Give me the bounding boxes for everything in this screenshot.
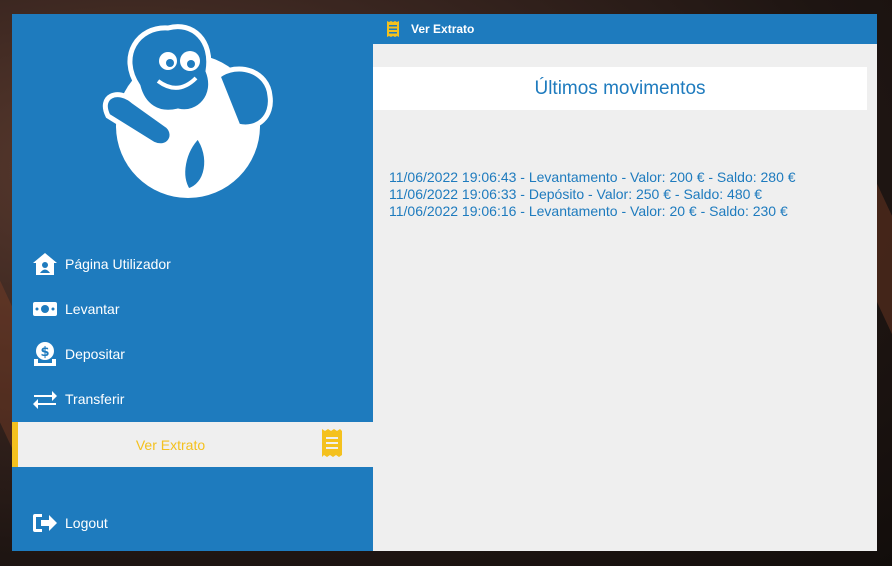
top-bar: Ver Extrato — [373, 14, 877, 44]
deposit-icon: $ — [30, 341, 60, 367]
money-icon — [30, 296, 60, 322]
sidebar: Página Utilizador Levantar $ Depositar T… — [12, 14, 373, 551]
sidebar-item-depositar[interactable]: $ Depositar — [12, 332, 373, 376]
mascot-logo — [103, 24, 273, 198]
sidebar-item-label: Página Utilizador — [65, 256, 171, 272]
sidebar-item-label: Levantar — [65, 301, 120, 317]
sidebar-item-transferir[interactable]: Transferir — [12, 377, 373, 421]
sidebar-item-label: Depositar — [65, 346, 125, 362]
transfer-arrows-icon — [30, 386, 60, 412]
list-item: 11/06/2022 19:06:43 - Levantamento - Val… — [389, 169, 796, 185]
logout-icon — [30, 510, 60, 536]
receipt-icon — [386, 20, 400, 38]
page-title: Ver Extrato — [411, 22, 475, 36]
list-item: 11/06/2022 19:06:33 - Depósito - Valor: … — [389, 186, 763, 202]
user-home-icon — [30, 251, 60, 277]
app-window: Página Utilizador Levantar $ Depositar T… — [12, 14, 877, 551]
svg-text:$: $ — [40, 345, 49, 360]
logout-button[interactable]: Logout — [12, 501, 373, 545]
section-header: Últimos movimentos — [373, 67, 867, 110]
logout-label: Logout — [65, 515, 108, 531]
receipt-icon — [321, 428, 343, 458]
sidebar-item-levantar[interactable]: Levantar — [12, 287, 373, 331]
movements-list: 11/06/2022 19:06:43 - Levantamento - Val… — [389, 169, 859, 220]
sidebar-item-pagina-utilizador[interactable]: Página Utilizador — [12, 242, 373, 286]
list-item: 11/06/2022 19:06:16 - Levantamento - Val… — [389, 203, 788, 219]
sidebar-item-label: Ver Extrato — [135, 436, 206, 453]
sidebar-item-ver-extrato[interactable]: Ver Extrato — [12, 422, 373, 467]
sidebar-item-label: Transferir — [65, 391, 125, 407]
